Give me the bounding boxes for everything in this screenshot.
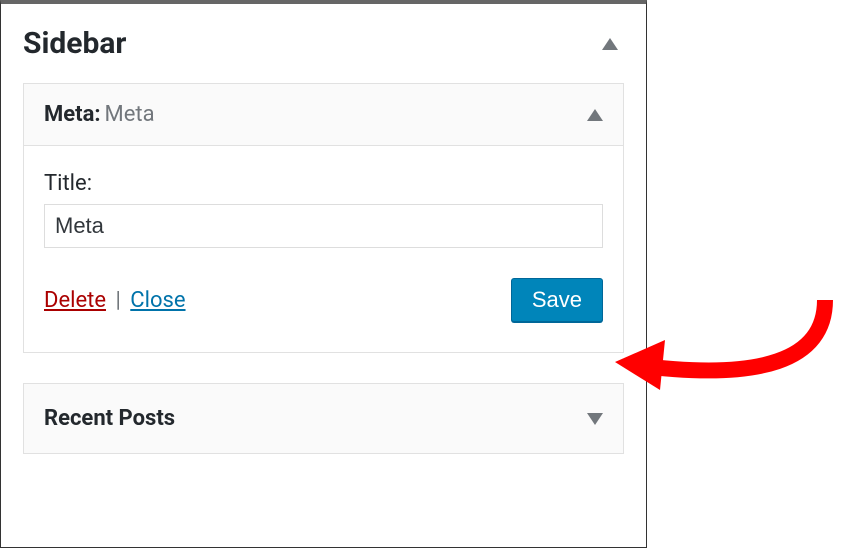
save-button[interactable]: Save — [511, 278, 603, 322]
widget-name: Meta: — [44, 102, 101, 127]
sidebar-panel: Sidebar Meta: Meta Title: Delete | Close… — [0, 0, 647, 548]
expand-down-icon[interactable] — [587, 413, 603, 425]
widget-title-group: Meta: Meta — [44, 102, 155, 127]
action-links: Delete | Close — [44, 288, 186, 313]
collapse-up-icon[interactable] — [602, 38, 618, 50]
sidebar-header[interactable]: Sidebar — [1, 4, 646, 83]
widget-header-collapsed[interactable]: Recent Posts — [24, 384, 623, 453]
title-input[interactable] — [44, 204, 603, 248]
close-link[interactable]: Close — [130, 288, 185, 313]
widget-title: Recent Posts — [44, 406, 175, 431]
collapse-up-icon[interactable] — [587, 109, 603, 121]
widget-recent-posts: Recent Posts — [23, 383, 624, 454]
widget-meta: Meta: Meta Title: Delete | Close Save — [23, 83, 624, 353]
widget-body: Title: Delete | Close Save — [24, 146, 623, 352]
link-separator: | — [115, 288, 126, 313]
title-label: Title: — [44, 171, 603, 196]
widget-header[interactable]: Meta: Meta — [24, 84, 623, 146]
widget-subtitle: Meta — [105, 102, 155, 127]
sidebar-title: Sidebar — [23, 26, 126, 61]
widget-actions: Delete | Close Save — [44, 278, 603, 322]
delete-link[interactable]: Delete — [44, 288, 106, 313]
